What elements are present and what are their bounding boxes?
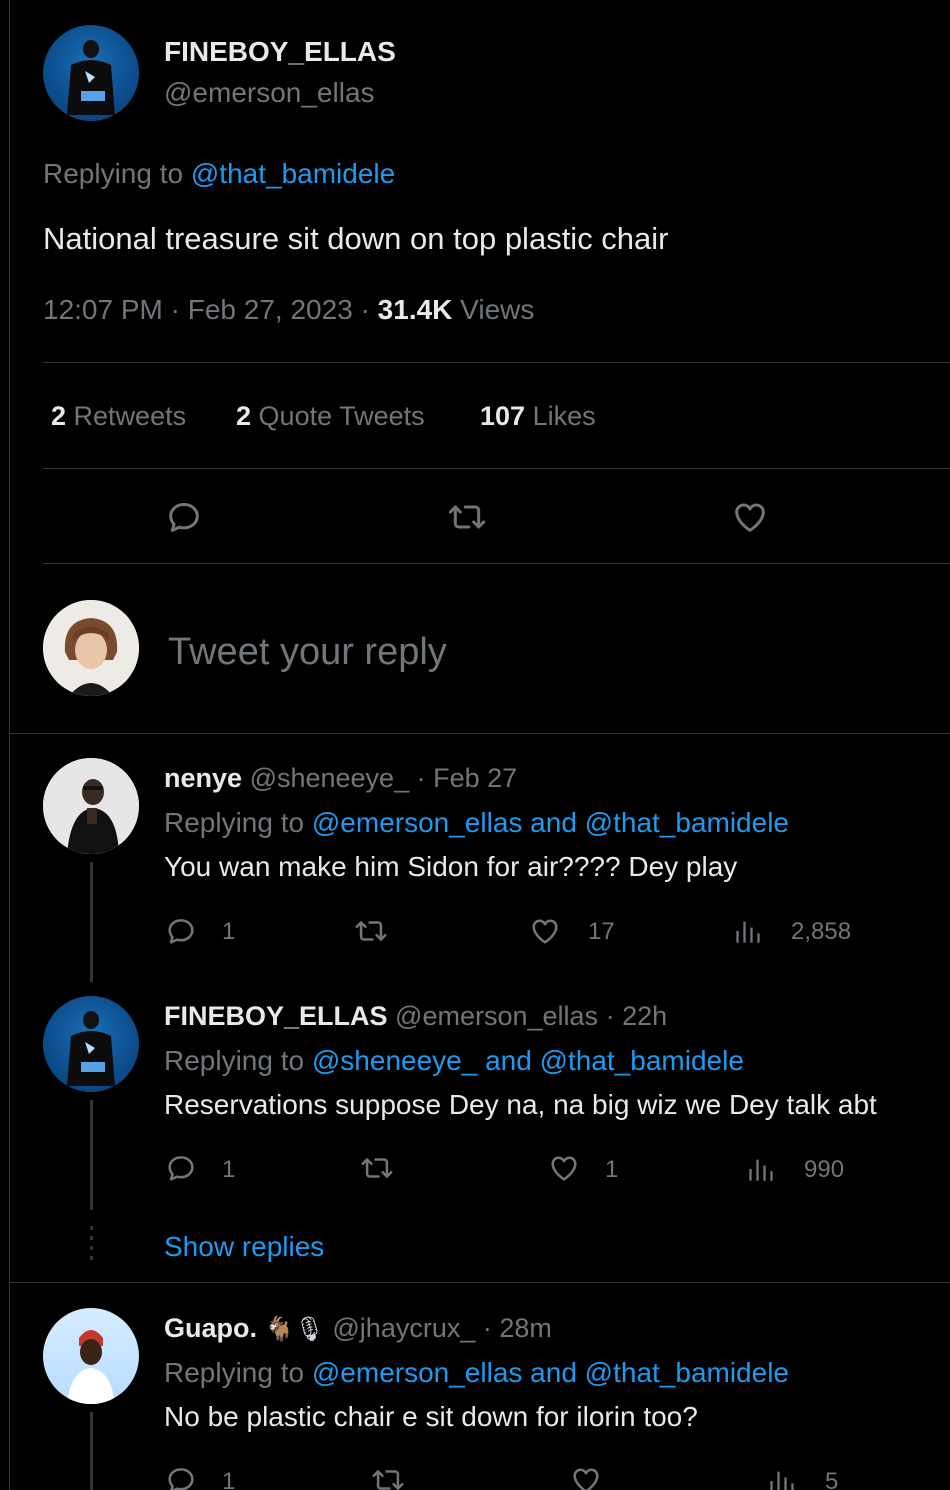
thread-line: [90, 862, 93, 982]
replying-to-line: Replying to @that_bamidele: [43, 158, 395, 190]
show-replies-link[interactable]: Show replies: [164, 1231, 324, 1263]
reply-separator: ·: [482, 1313, 492, 1343]
avatar-fineboy-ellas[interactable]: [43, 996, 139, 1092]
replying-to-links[interactable]: @emerson_ellas and @that_bamidele: [312, 807, 789, 838]
quotes-stat[interactable]: 2 Quote Tweets: [236, 401, 425, 432]
replying-prefix: Replying to: [43, 158, 184, 189]
replying-prefix: Replying to: [164, 807, 305, 838]
reply-time[interactable]: 22h: [622, 1001, 667, 1031]
retweets-label: Retweets: [73, 401, 187, 431]
likes-label: Likes: [532, 401, 596, 431]
display-name[interactable]: FINEBOY_ELLAS: [164, 36, 396, 68]
thread-line: [90, 1412, 93, 1490]
views-icon[interactable]: [768, 1466, 796, 1490]
name-emoji: 🐐🎙: [264, 1316, 325, 1343]
handle[interactable]: @emerson_ellas: [164, 77, 375, 109]
reply-separator: ·: [605, 1001, 615, 1031]
thread-dots: [90, 1226, 93, 1266]
reply-header: nenye @sheneeye_ · Feb 27: [164, 763, 517, 794]
reply-separator: ·: [416, 763, 426, 793]
reply-replying-to: Replying to @emerson_ellas and @that_bam…: [164, 807, 789, 839]
likes-count: 107: [480, 401, 526, 431]
quotes-count: 2: [236, 401, 252, 431]
reply-handle[interactable]: @sheneeye_: [250, 763, 410, 793]
reply-count: 1: [222, 918, 236, 945]
quotes-label: Quote Tweets: [258, 401, 425, 431]
like-count: 1: [605, 1156, 619, 1183]
thread-line: [90, 1100, 93, 1210]
view-count: 990: [804, 1156, 845, 1183]
tweet-time[interactable]: 12:07 PM: [43, 294, 163, 325]
divider: [9, 733, 950, 734]
retweet-icon[interactable]: [446, 497, 488, 537]
reply-text: Reservations suppose Dey na, na big wiz …: [164, 1089, 877, 1120]
reply-replying-to: Replying to @emerson_ellas and @that_bam…: [164, 1357, 789, 1389]
meta-separator: ·: [170, 294, 180, 325]
left-border: [9, 0, 10, 1490]
avatar-current-user[interactable]: [43, 600, 139, 696]
reply-icon[interactable]: [164, 1463, 198, 1490]
like-icon[interactable]: [546, 1151, 582, 1185]
replying-prefix: Replying to: [164, 1045, 305, 1076]
divider: [43, 468, 950, 469]
reply-count: 1: [222, 1468, 236, 1490]
divider: [43, 362, 950, 363]
view-count: 5: [825, 1468, 839, 1490]
views-icon[interactable]: [747, 1154, 775, 1184]
views-icon[interactable]: [734, 916, 762, 946]
reply-display-name[interactable]: FINEBOY_ELLAS: [164, 1001, 388, 1031]
likes-stat[interactable]: 107 Likes: [480, 401, 596, 432]
like-icon[interactable]: [527, 914, 563, 948]
reply-icon[interactable]: [164, 914, 198, 948]
avatar-guapo[interactable]: [43, 1308, 139, 1404]
reply-count: 1: [222, 1156, 236, 1183]
like-icon[interactable]: [568, 1463, 604, 1490]
reply-text: You wan make him Sidon for air???? Dey p…: [164, 851, 738, 882]
meta-separator: ·: [360, 294, 370, 325]
tweet-text: National treasure sit down on top plasti…: [43, 221, 669, 256]
reply-time[interactable]: Feb 27: [433, 763, 517, 793]
views-count: 31.4K: [377, 294, 453, 325]
retweets-count: 2: [51, 401, 67, 431]
divider: [43, 563, 950, 564]
reply-icon[interactable]: [164, 497, 204, 537]
reply-header: Guapo. 🐐🎙 @jhaycrux_ · 28m: [164, 1313, 552, 1344]
reply-handle[interactable]: @emerson_ellas: [395, 1001, 598, 1031]
reply-icon[interactable]: [164, 1151, 198, 1185]
reply-header: FINEBOY_ELLAS @emerson_ellas · 22h: [164, 1001, 667, 1032]
retweet-icon[interactable]: [353, 914, 389, 948]
reply-handle[interactable]: @jhaycrux_: [332, 1313, 475, 1343]
reply-text: No be plastic chair e sit down for ilori…: [164, 1401, 698, 1432]
tweet-date[interactable]: Feb 27, 2023: [188, 294, 353, 325]
replying-to-links[interactable]: @emerson_ellas and @that_bamidele: [312, 1357, 789, 1388]
avatar-fineboy-ellas[interactable]: [43, 25, 139, 121]
avatar-nenye[interactable]: [43, 758, 139, 854]
divider: [9, 1282, 950, 1283]
reply-display-name[interactable]: nenye: [164, 763, 242, 793]
like-icon[interactable]: [730, 497, 770, 537]
retweet-icon[interactable]: [370, 1463, 406, 1490]
tweet-meta: 12:07 PM · Feb 27, 2023 · 31.4K Views: [43, 294, 534, 326]
reply-time[interactable]: 28m: [499, 1313, 552, 1343]
reply-replying-to: Replying to @sheneeye_ and @that_bamidel…: [164, 1045, 744, 1077]
reply-composer-input[interactable]: Tweet your reply: [168, 631, 447, 674]
replying-to-link[interactable]: @that_bamidele: [191, 158, 395, 189]
retweets-stat[interactable]: 2 Retweets: [51, 401, 186, 432]
replying-to-links[interactable]: @sheneeye_ and @that_bamidele: [312, 1045, 744, 1076]
retweet-icon[interactable]: [359, 1151, 395, 1185]
view-count: 2,858: [791, 918, 852, 945]
views-label: Views: [460, 294, 535, 325]
replying-prefix: Replying to: [164, 1357, 305, 1388]
like-count: 17: [588, 918, 615, 945]
reply-display-name[interactable]: Guapo.: [164, 1313, 257, 1343]
